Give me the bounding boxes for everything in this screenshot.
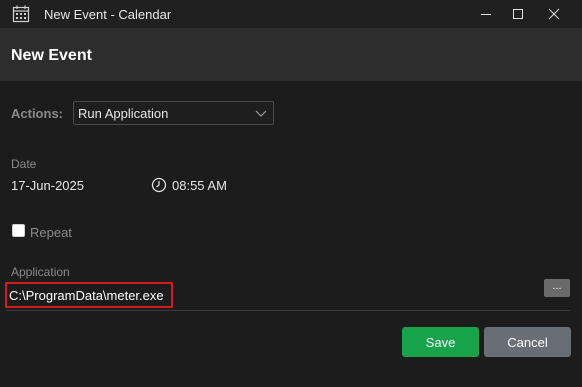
browse-button[interactable]: ...: [544, 279, 570, 297]
application-label: Application: [11, 265, 70, 279]
application-path-value[interactable]: C:\ProgramData\meter.exe: [9, 288, 164, 303]
new-event-window: New Event - Calendar New Event Actions: …: [0, 0, 582, 387]
title-bar[interactable]: New Event - Calendar: [0, 0, 582, 28]
date-picker[interactable]: 17-Jun-2025: [11, 178, 84, 193]
page-title: New Event: [11, 47, 92, 64]
window-title: New Event - Calendar: [44, 7, 172, 22]
clock-icon[interactable]: [151, 177, 167, 193]
minimize-icon: [481, 14, 491, 15]
minimize-button[interactable]: [470, 0, 502, 28]
close-icon: [548, 8, 560, 20]
actions-dropdown[interactable]: Run Application: [73, 101, 274, 125]
actions-label: Actions:: [11, 106, 63, 121]
header-band: New Event: [0, 28, 582, 81]
maximize-icon: [513, 9, 523, 19]
actions-selected-value: Run Application: [78, 105, 169, 121]
cancel-button[interactable]: Cancel: [484, 327, 571, 357]
save-button[interactable]: Save: [402, 327, 479, 357]
chevron-down-icon: [255, 110, 267, 117]
time-picker[interactable]: 08:55 AM: [172, 178, 227, 193]
calendar-icon: [12, 5, 30, 23]
date-label: Date: [11, 157, 37, 171]
repeat-checkbox[interactable]: [12, 224, 25, 237]
maximize-button[interactable]: [502, 0, 534, 28]
repeat-label[interactable]: Repeat: [30, 225, 72, 240]
close-button[interactable]: [538, 0, 570, 28]
application-field-underline: [6, 310, 570, 311]
